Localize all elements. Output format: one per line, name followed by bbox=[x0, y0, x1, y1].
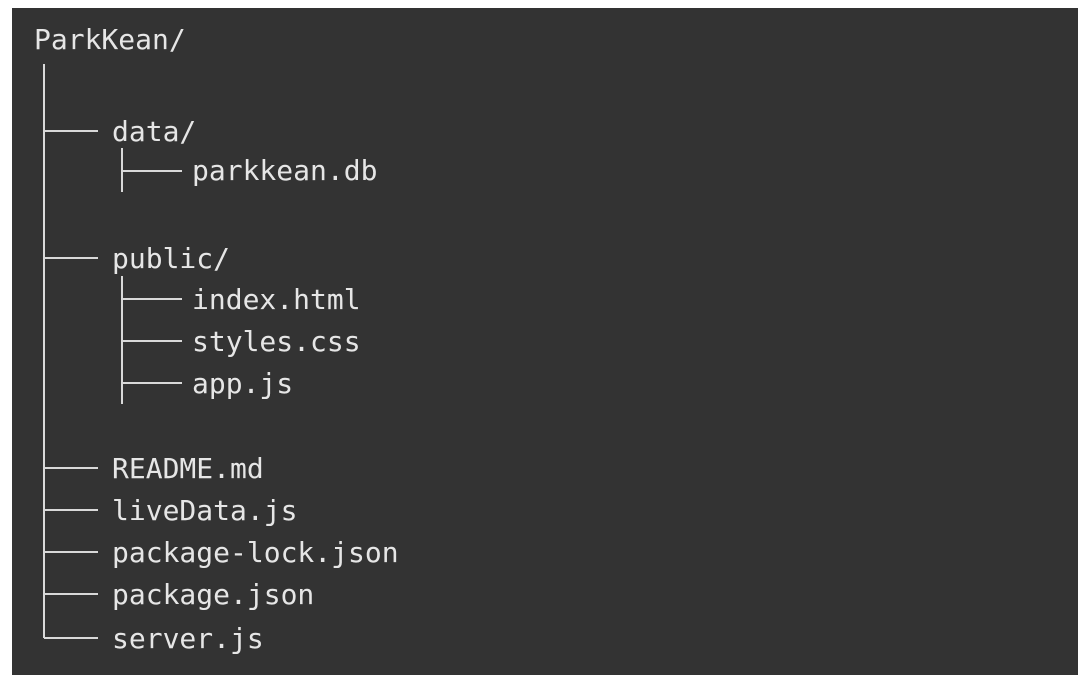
tree-node-folder-data: data/ bbox=[112, 115, 196, 148]
tree-node-file-index-html: index.html bbox=[192, 283, 361, 316]
file-tree-diagram: ParkKean/ data/ parkkean.db public/ inde… bbox=[34, 23, 399, 655]
tree-node-file-styles-css: styles.css bbox=[192, 325, 361, 358]
tree-node-file-livedata-js: liveData.js bbox=[112, 494, 297, 527]
file-tree-panel: ParkKean/ data/ parkkean.db public/ inde… bbox=[12, 8, 1078, 675]
tree-node-file-readme: README.md bbox=[112, 452, 264, 485]
tree-node-file-package-lock-json: package-lock.json bbox=[112, 536, 399, 569]
tree-node-root: ParkKean/ bbox=[34, 23, 186, 56]
tree-node-folder-public: public/ bbox=[112, 242, 230, 275]
tree-node-file-server-js: server.js bbox=[112, 622, 264, 655]
tree-node-file-package-json: package.json bbox=[112, 578, 314, 611]
tree-node-file-parkkean-db: parkkean.db bbox=[192, 154, 377, 187]
tree-node-file-app-js: app.js bbox=[192, 367, 293, 400]
